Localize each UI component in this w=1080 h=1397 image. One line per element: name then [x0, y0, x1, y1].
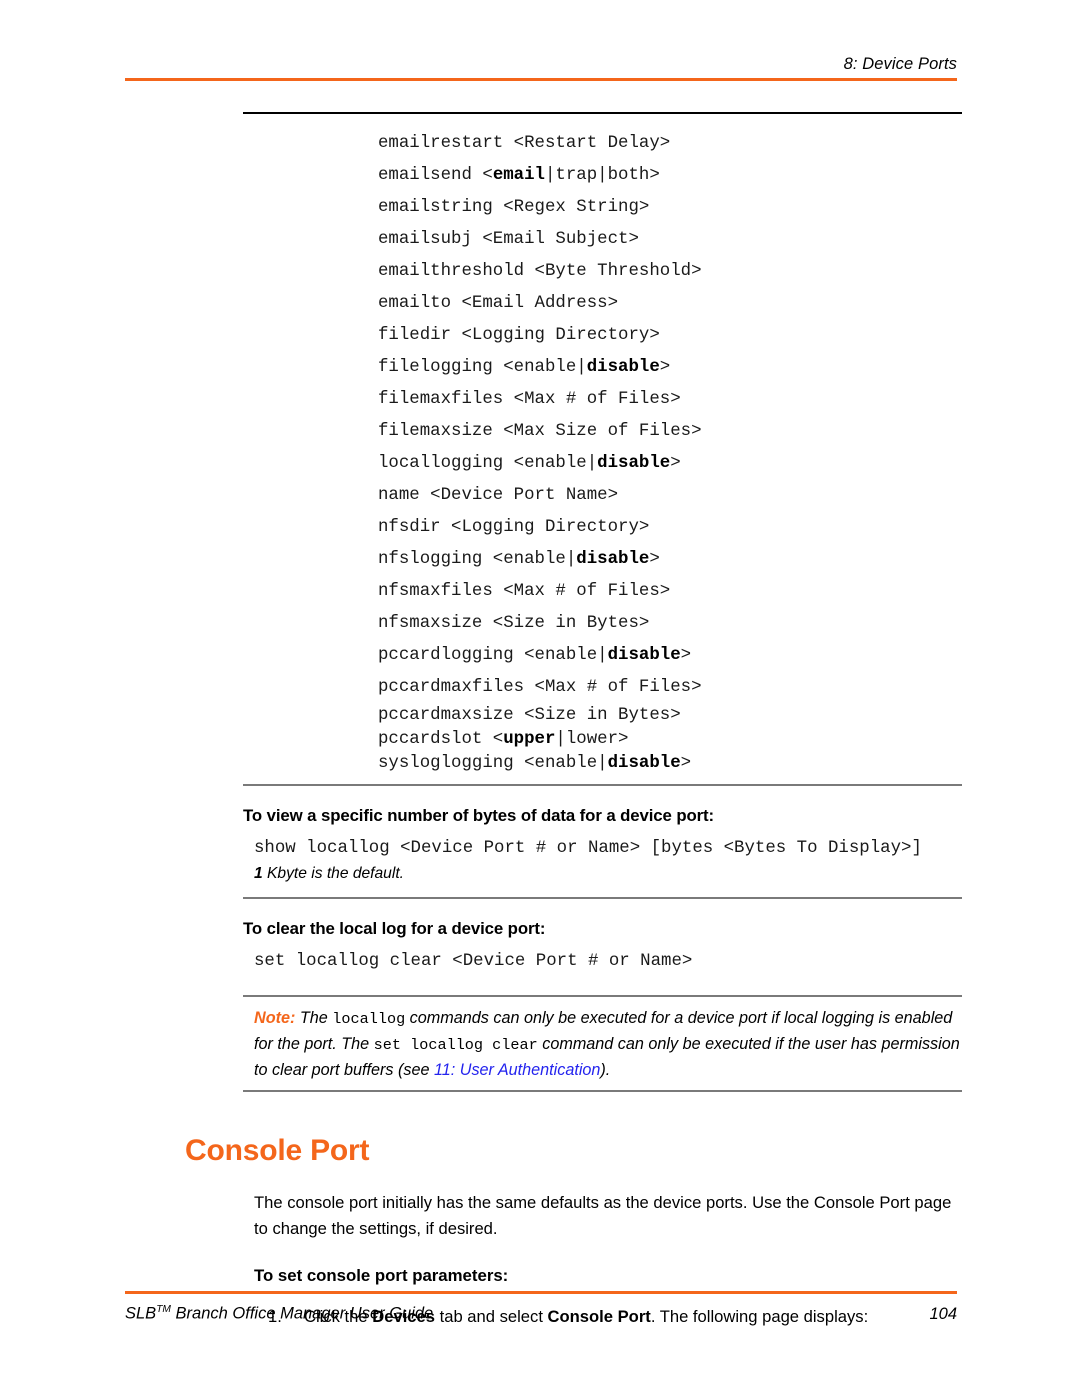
- header-rule: [125, 78, 957, 81]
- command-text: emailsend <: [378, 165, 493, 185]
- command-line: filemaxfiles <Max # of Files>: [243, 384, 962, 416]
- note-text: Note: The locallog commands can only be …: [243, 997, 962, 1090]
- command-text: |trap|both>: [545, 165, 660, 185]
- command-line: name <Device Port Name>: [243, 480, 962, 512]
- view-bytes-command: show locallog <Device Port # or Name> [b…: [254, 838, 922, 858]
- command-text: >: [659, 357, 671, 377]
- command-text: >: [649, 549, 660, 569]
- command-line: pccardlogging <enable|disable>: [243, 640, 962, 672]
- command-text: nfsdir <Logging Directory>: [378, 517, 650, 537]
- command-line: nfsmaxfiles <Max # of Files>: [243, 576, 962, 608]
- command-default-value: disable: [586, 357, 660, 377]
- command-line: filelogging <enable|disable>: [243, 352, 962, 384]
- note-box: Note: The locallog commands can only be …: [243, 994, 962, 1092]
- command-text: emailrestart <Restart Delay>: [378, 133, 671, 153]
- guide-name-prefix: SLB: [125, 1304, 157, 1323]
- command-text: nfsmaxsize <Size in Bytes>: [378, 613, 650, 633]
- view-bytes-section: To view a specific number of bytes of da…: [243, 806, 962, 885]
- command-default-value: email: [492, 165, 545, 185]
- note-segment: ).: [600, 1060, 611, 1079]
- command-line: emailthreshold <Byte Threshold>: [243, 256, 962, 288]
- command-text: name <Device Port Name>: [378, 485, 619, 505]
- view-bytes-bottom-rule: [243, 896, 962, 899]
- command-text: >: [680, 645, 692, 665]
- code-block-bottom-rule: [243, 783, 962, 786]
- command-line: pccardmaxsize <Size in Bytes>: [243, 704, 962, 728]
- command-text: filemaxsize <Max Size of Files>: [378, 421, 702, 441]
- guide-name: SLBTM Branch Office Manager User Guide: [125, 1304, 433, 1324]
- command-line: filedir <Logging Directory>: [243, 320, 962, 352]
- command-reference-list: emailrestart <Restart Delay> emailsend <…: [243, 114, 962, 784]
- default-note-text: Kbyte is the default.: [262, 864, 404, 882]
- view-bytes-heading: To view a specific number of bytes of da…: [243, 805, 715, 825]
- page-footer: SLBTM Branch Office Manager User Guide 1…: [125, 1291, 957, 1324]
- clear-log-section: To clear the local log for a device port…: [243, 919, 962, 985]
- command-line: filemaxsize <Max Size of Files>: [243, 416, 962, 448]
- command-text: emailto <Email Address>: [378, 293, 619, 313]
- command-line: emailsubj <Email Subject>: [243, 224, 962, 256]
- command-line: sysloglogging <enable|disable>: [243, 752, 962, 784]
- guide-name-suffix: Branch Office Manager User Guide: [170, 1304, 434, 1323]
- command-text: emailsubj <Email Subject>: [378, 229, 639, 249]
- command-text: filelogging <enable|: [378, 357, 587, 377]
- clear-log-command: set locallog clear <Device Port # or Nam…: [254, 951, 693, 971]
- command-text: emailthreshold <Byte Threshold>: [378, 261, 702, 281]
- view-bytes-default-note: 1 Kbyte is the default.: [243, 863, 962, 885]
- command-text: nfslogging <enable|: [378, 549, 577, 569]
- cross-reference-link[interactable]: 11: User Authentication: [434, 1061, 600, 1079]
- trademark-symbol: TM: [156, 1304, 171, 1315]
- command-line: emailsend <email|trap|both>: [243, 160, 962, 192]
- console-port-step-heading: To set console port parameters:: [254, 1265, 509, 1285]
- footer-row: SLBTM Branch Office Manager User Guide 1…: [125, 1294, 957, 1324]
- command-line: nfsdir <Logging Directory>: [243, 512, 962, 544]
- command-text: sysloglogging <enable|: [378, 753, 608, 773]
- console-port-title: Console Port: [185, 1133, 370, 1167]
- clear-log-heading: To clear the local log for a device port…: [243, 918, 546, 938]
- page-content: emailrestart <Restart Delay> emailsend <…: [185, 112, 962, 1330]
- command-text: filedir <Logging Directory>: [378, 325, 660, 345]
- command-line: emailstring <Regex String>: [243, 192, 962, 224]
- chapter-label: 8: Device Ports: [843, 55, 957, 73]
- command-text: filemaxfiles <Max # of Files>: [378, 389, 681, 409]
- command-line: pccardmaxfiles <Max # of Files>: [243, 672, 962, 704]
- command-text: emailstring <Regex String>: [378, 197, 650, 217]
- command-text: pccardlogging <enable|: [378, 645, 608, 665]
- default-value: 1: [254, 864, 263, 882]
- command-default-value: disable: [607, 753, 681, 773]
- command-default-value: disable: [607, 645, 681, 665]
- command-line: nfsmaxsize <Size in Bytes>: [243, 608, 962, 640]
- command-line: emailrestart <Restart Delay>: [243, 128, 962, 160]
- note-inline-command: set locallog clear: [373, 1035, 538, 1054]
- command-default-value: upper: [503, 729, 556, 749]
- note-label: Note:: [254, 1008, 296, 1027]
- document-page: 8: Device Ports emailrestart <Restart De…: [0, 0, 1080, 1397]
- command-line: pccardslot <upper|lower>: [243, 728, 962, 752]
- command-text: >: [680, 753, 692, 773]
- command-line: locallogging <enable|disable>: [243, 448, 962, 480]
- command-text: >: [670, 453, 681, 473]
- command-text: |lower>: [555, 729, 629, 749]
- command-default-value: disable: [597, 453, 671, 473]
- note-segment: The: [295, 1008, 333, 1027]
- note-bottom-rule: [243, 1089, 962, 1092]
- command-text: pccardslot <: [378, 729, 504, 749]
- note-inline-command: locallog: [332, 1009, 406, 1028]
- command-text: pccardmaxfiles <Max # of Files>: [378, 677, 702, 697]
- page-number: 104: [929, 1304, 957, 1323]
- command-line: emailto <Email Address>: [243, 288, 962, 320]
- command-text: locallogging <enable|: [378, 453, 598, 473]
- console-port-paragraph: The console port initially has the same …: [254, 1192, 952, 1238]
- page-header: 8: Device Ports: [125, 55, 957, 81]
- command-text: pccardmaxsize <Size in Bytes>: [378, 705, 681, 725]
- command-text: nfsmaxfiles <Max # of Files>: [378, 581, 671, 601]
- command-line: nfslogging <enable|disable>: [243, 544, 962, 576]
- command-default-value: disable: [576, 549, 650, 569]
